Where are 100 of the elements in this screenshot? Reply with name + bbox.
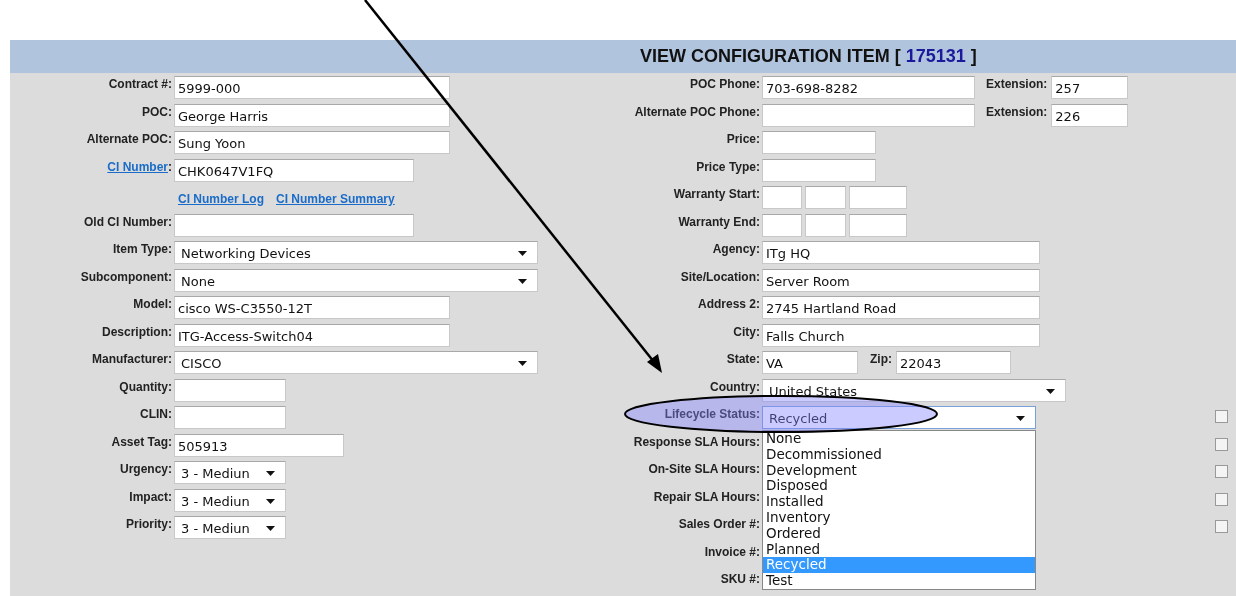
field-label: Warranty End: <box>678 214 760 229</box>
checkbox[interactable] <box>1215 437 1228 451</box>
checkbox[interactable] <box>1215 520 1228 533</box>
field-label: Alternate POC: <box>86 132 172 146</box>
field-label: POC: <box>142 104 172 119</box>
field-label: Zip: <box>870 352 892 366</box>
text-field[interactable]: 5999-000 <box>174 76 450 99</box>
caret-icon <box>266 498 275 504</box>
ci-number-link[interactable]: CI Number <box>107 159 168 174</box>
text-field[interactable] <box>174 406 286 429</box>
dropdown-option[interactable]: Inventory <box>763 510 1035 526</box>
field-label: Alternate POC Phone: <box>634 104 760 119</box>
text-field[interactable] <box>174 213 414 237</box>
field-label: Warranty Start: <box>673 187 760 201</box>
date-part-field[interactable] <box>805 186 846 209</box>
date-part-field[interactable] <box>762 213 802 237</box>
field-label: Description: <box>102 324 172 339</box>
field-label: Site/Location: <box>680 269 760 284</box>
field-label: Manufacturer: <box>92 352 172 366</box>
caret-icon <box>518 361 527 366</box>
field-label: Extension: <box>986 104 1048 119</box>
dropdown-option[interactable]: Installed <box>763 494 1035 510</box>
date-part-field[interactable] <box>849 186 907 209</box>
text-field[interactable]: 2745 Hartland Road <box>762 296 1040 319</box>
text-field[interactable]: 22043 <box>896 351 1011 374</box>
text-field[interactable] <box>174 378 286 402</box>
field-label: Price Type: <box>696 159 760 174</box>
text-field[interactable]: 703-698-8282 <box>762 76 975 99</box>
field-label: On-Site SLA Hours: <box>648 462 760 476</box>
dropdown-field[interactable]: Recycled <box>762 406 1036 429</box>
field-label: CLIN: <box>140 407 172 421</box>
text-field[interactable]: Sung Yoon <box>174 131 450 154</box>
caret-icon <box>266 526 275 531</box>
field-label: City: <box>733 324 760 339</box>
text-field[interactable]: George Harris <box>174 103 450 127</box>
caret-icon <box>1016 416 1025 421</box>
field-label: Old CI Number: <box>84 214 172 229</box>
field-label: Subcomponent: <box>80 269 172 284</box>
text-field[interactable]: CHK0647V1FQ <box>174 158 414 182</box>
dropdown-option[interactable]: Planned <box>763 541 1035 558</box>
dropdown-field[interactable]: CISCO <box>174 351 538 374</box>
field-label: Response SLA Hours: <box>633 434 760 449</box>
page-title-bracket: ] <box>970 46 977 67</box>
text-field[interactable]: Server Room <box>762 268 1040 292</box>
text-field[interactable] <box>762 131 876 154</box>
date-part-field[interactable] <box>762 186 802 209</box>
field-label: State: <box>726 352 760 366</box>
label-colon: : <box>168 159 172 174</box>
text-field[interactable]: cisco WS-C3550-12T <box>174 296 450 319</box>
dropdown-field[interactable]: 3 - Mediun <box>174 461 286 484</box>
checkbox[interactable] <box>1215 410 1228 423</box>
text-field[interactable]: 505913 <box>174 433 344 457</box>
date-part-field[interactable] <box>849 213 907 237</box>
field-label: Extension: <box>986 77 1048 91</box>
field-label: Sales Order #: <box>678 517 760 531</box>
field-label: Asset Tag: <box>111 434 172 449</box>
text-field[interactable]: 257 <box>1051 76 1129 99</box>
text-field[interactable]: ITG-Access-Switch04 <box>174 323 450 347</box>
caret-icon <box>518 251 527 256</box>
page-title: VIEW CONFIGURATION ITEM [ <box>640 46 901 67</box>
text-field[interactable]: Falls Church <box>762 323 1040 347</box>
dropdown-field[interactable]: None <box>174 268 538 292</box>
text-field[interactable]: 226 <box>1051 103 1129 127</box>
caret-icon <box>1046 388 1055 394</box>
field-label: Item Type: <box>112 242 172 256</box>
dropdown-option[interactable]: Disposed <box>763 478 1035 495</box>
field-label: Contract #: <box>108 77 172 91</box>
field-label: Model: <box>133 297 172 311</box>
field-label: Lifecycle Status: <box>664 407 760 421</box>
checkbox[interactable] <box>1215 492 1228 506</box>
date-part-field[interactable] <box>805 213 846 237</box>
link[interactable]: CI Number Summary <box>276 192 395 206</box>
field-label: SKU #: <box>720 572 760 586</box>
text-field[interactable]: VA <box>762 351 858 374</box>
field-label: Repair SLA Hours: <box>653 489 760 504</box>
field-label: Urgency: <box>120 462 172 476</box>
dropdown-option[interactable]: None <box>763 431 1035 447</box>
caret-icon <box>518 278 527 284</box>
field-label: POC Phone: <box>690 77 760 91</box>
dropdown-field[interactable]: Networking Devices <box>174 241 538 264</box>
field-label: Impact: <box>129 489 172 504</box>
field-label: Agency: <box>712 242 760 256</box>
link[interactable]: CI Number Log <box>178 192 264 206</box>
field-label: Quantity: <box>119 379 172 394</box>
dropdown-field[interactable]: 3 - Mediun <box>174 488 286 512</box>
dropdown-field[interactable]: 3 - Mediun <box>174 516 286 539</box>
field-label: Priority: <box>126 517 172 531</box>
field-label: Invoice #: <box>704 544 760 559</box>
text-field[interactable]: ITg HQ <box>762 241 1040 264</box>
field-label: Price: <box>726 132 760 146</box>
field-label: Country: <box>710 379 760 394</box>
dropdown-option[interactable]: Ordered <box>763 525 1035 542</box>
text-field[interactable] <box>762 158 876 182</box>
item-id: 175131 <box>905 46 966 67</box>
caret-icon <box>266 471 275 476</box>
checkbox[interactable] <box>1215 465 1228 478</box>
text-field[interactable] <box>762 103 975 127</box>
dropdown-option[interactable]: Test <box>763 573 1035 589</box>
dropdown-option[interactable]: Development <box>763 462 1035 479</box>
dropdown-option[interactable]: Decommissioned <box>763 446 1035 463</box>
